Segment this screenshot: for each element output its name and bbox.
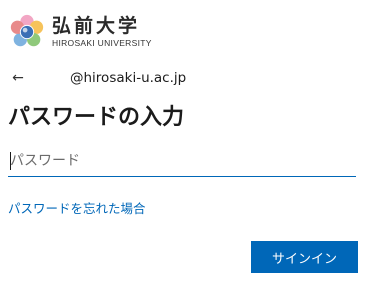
page-title: パスワードの入力 bbox=[8, 105, 185, 130]
password-input[interactable] bbox=[8, 145, 356, 177]
text-caret bbox=[10, 152, 11, 170]
forgot-password-link[interactable]: パスワードを忘れた場合 bbox=[8, 198, 146, 217]
university-name-jp: 弘前大学 bbox=[52, 15, 141, 37]
blossom-logo-icon bbox=[10, 14, 44, 47]
account-identity: ← @hirosaki-u.ac.jp bbox=[8, 68, 186, 88]
university-logo: 弘前大学 HIROSAKI UNIVERSITY bbox=[8, 12, 152, 52]
account-email: @hirosaki-u.ac.jp bbox=[70, 70, 187, 86]
back-arrow-icon[interactable]: ← bbox=[8, 68, 28, 88]
logo-text: 弘前大学 HIROSAKI UNIVERSITY bbox=[52, 15, 152, 49]
sign-in-button[interactable]: サインイン bbox=[251, 241, 358, 273]
university-name-en: HIROSAKI UNIVERSITY bbox=[52, 38, 152, 48]
sign-in-page: 弘前大学 HIROSAKI UNIVERSITY ← @hirosaki-u.a… bbox=[0, 0, 370, 285]
